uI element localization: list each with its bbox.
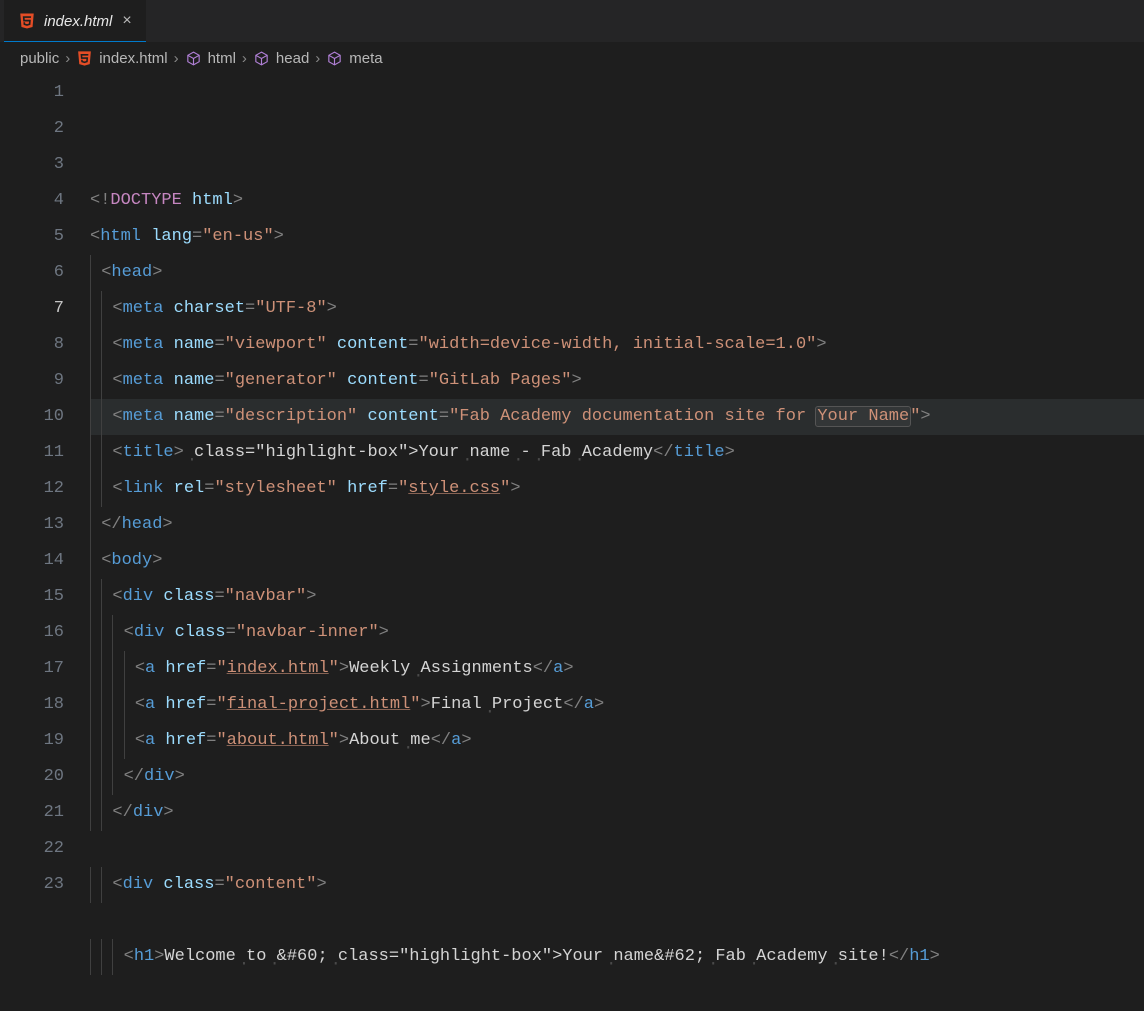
code-line[interactable]: <meta name="generator" content="GitLab P… — [90, 363, 1144, 399]
cube-icon — [185, 50, 202, 67]
code-line[interactable]: <meta charset="UTF-8"> — [90, 291, 1144, 327]
code-line[interactable]: <head> — [90, 255, 1144, 291]
breadcrumb-item[interactable]: index.html — [99, 50, 167, 67]
code-line[interactable] — [90, 831, 1144, 867]
code-line[interactable]: <link rel="stylesheet" href="style.css"> — [90, 471, 1144, 507]
cube-icon — [253, 50, 270, 67]
code-line[interactable]: <meta name="description" content="Fab Ac… — [90, 399, 1144, 435]
code-line[interactable]: </head> — [90, 507, 1144, 543]
chevron-right-icon: › — [65, 50, 70, 67]
line-gutter: 1234567891011121314151617181920212223 — [0, 75, 90, 1011]
code-line[interactable]: <div class="content"> — [90, 867, 1144, 903]
breadcrumb-item[interactable]: public — [20, 50, 59, 67]
breadcrumb-item[interactable]: meta — [349, 50, 382, 67]
tab-index-html[interactable]: index.html × — [4, 0, 146, 42]
code-line[interactable]: <div class="navbar"> — [90, 579, 1144, 615]
code-line[interactable]: <meta name="viewport" content="width=dev… — [90, 327, 1144, 363]
chevron-right-icon: › — [315, 50, 320, 67]
code-line[interactable]: <a href="index.html">Weekly Assignments<… — [90, 651, 1144, 687]
breadcrumb-item[interactable]: html — [208, 50, 236, 67]
breadcrumb-item[interactable]: head — [276, 50, 309, 67]
cube-icon — [326, 50, 343, 67]
code-line[interactable]: <title> class="highlight-box">Your name … — [90, 435, 1144, 471]
code-line[interactable]: <html lang="en-us"> — [90, 219, 1144, 255]
html5-icon — [18, 12, 36, 30]
code-line[interactable]: <div class="navbar-inner"> — [90, 615, 1144, 651]
close-icon[interactable]: × — [122, 12, 131, 30]
code-line[interactable]: </div> — [90, 795, 1144, 831]
code-line[interactable]: <!DOCTYPE html> — [90, 183, 1144, 219]
code-line[interactable]: <body> — [90, 543, 1144, 579]
chevron-right-icon: › — [174, 50, 179, 67]
code-line[interactable]: <a href="about.html">About me</a> — [90, 723, 1144, 759]
code-body[interactable]: <!DOCTYPE html><html lang="en-us"> <head… — [90, 75, 1144, 1011]
code-line[interactable]: <h1>Welcome to &#60; class="highlight-bo… — [90, 939, 1144, 975]
html5-icon — [76, 50, 93, 67]
code-line[interactable]: <a href="final-project.html">Final Proje… — [90, 687, 1144, 723]
code-editor[interactable]: 1234567891011121314151617181920212223 <!… — [0, 75, 1144, 1011]
tab-bar: index.html × — [0, 0, 1144, 42]
tab-label: index.html — [44, 13, 112, 30]
code-line[interactable]: </div> — [90, 759, 1144, 795]
breadcrumb: public › index.html › html › head › meta — [0, 42, 1144, 75]
code-line[interactable] — [90, 903, 1144, 939]
chevron-right-icon: › — [242, 50, 247, 67]
